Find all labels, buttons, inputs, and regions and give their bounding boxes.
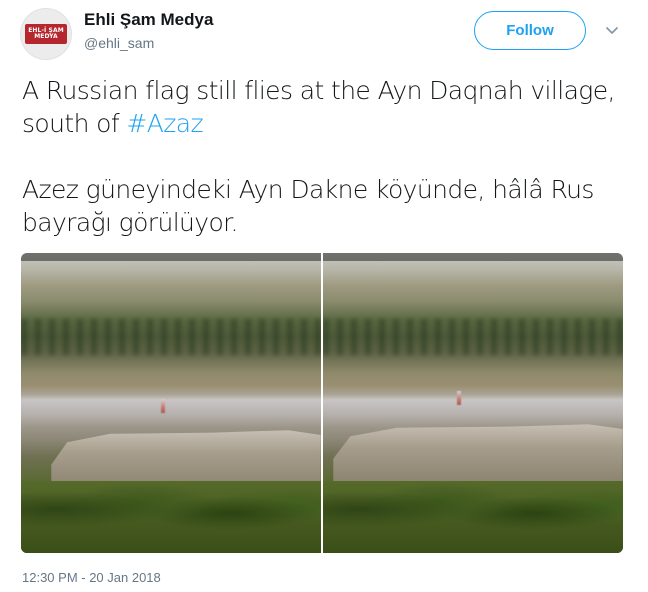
tweet-card: EHL-İ ŞAM MEDYA Ehli Şam Medya @ehli_sam… [0,0,648,592]
photo-vegetation [21,481,321,553]
tweet-text: A Russian flag still flies at the Ayn Da… [22,74,622,239]
follow-button[interactable]: Follow [474,11,586,50]
photo-treeline [21,319,321,355]
photo-left[interactable] [21,253,321,553]
photo-structure [51,430,321,489]
media-grid [21,253,623,553]
hashtag-link[interactable]: #Azaz [126,109,203,138]
avatar-logo: EHL-İ ŞAM MEDYA [25,24,67,44]
photo-right[interactable] [323,253,623,553]
photo-flag [457,391,461,405]
chevron-down-icon[interactable] [604,22,620,38]
photo-frame-edge [21,253,321,261]
tweet-paragraph-english: A Russian flag still flies at the Ayn Da… [22,74,622,140]
author-name[interactable]: Ehli Şam Medya [84,10,213,30]
author-handle[interactable]: @ehli_sam [84,35,154,51]
avatar-text-line2: MEDYA [34,33,58,40]
timestamp[interactable]: 12:30 PM - 20 Jan 2018 [22,570,161,585]
photo-frame-edge [323,253,623,261]
avatar[interactable]: EHL-İ ŞAM MEDYA [20,8,72,60]
tweet-line-english: A Russian flag still flies at the Ayn Da… [22,76,615,138]
photo-flag [161,399,165,413]
photo-vegetation [323,481,623,553]
photo-treeline [323,319,623,355]
photo-structure [333,424,623,483]
tweet-paragraph-turkish: Azez güneyindeki Ayn Dakne köyünde, hâlâ… [22,175,594,237]
